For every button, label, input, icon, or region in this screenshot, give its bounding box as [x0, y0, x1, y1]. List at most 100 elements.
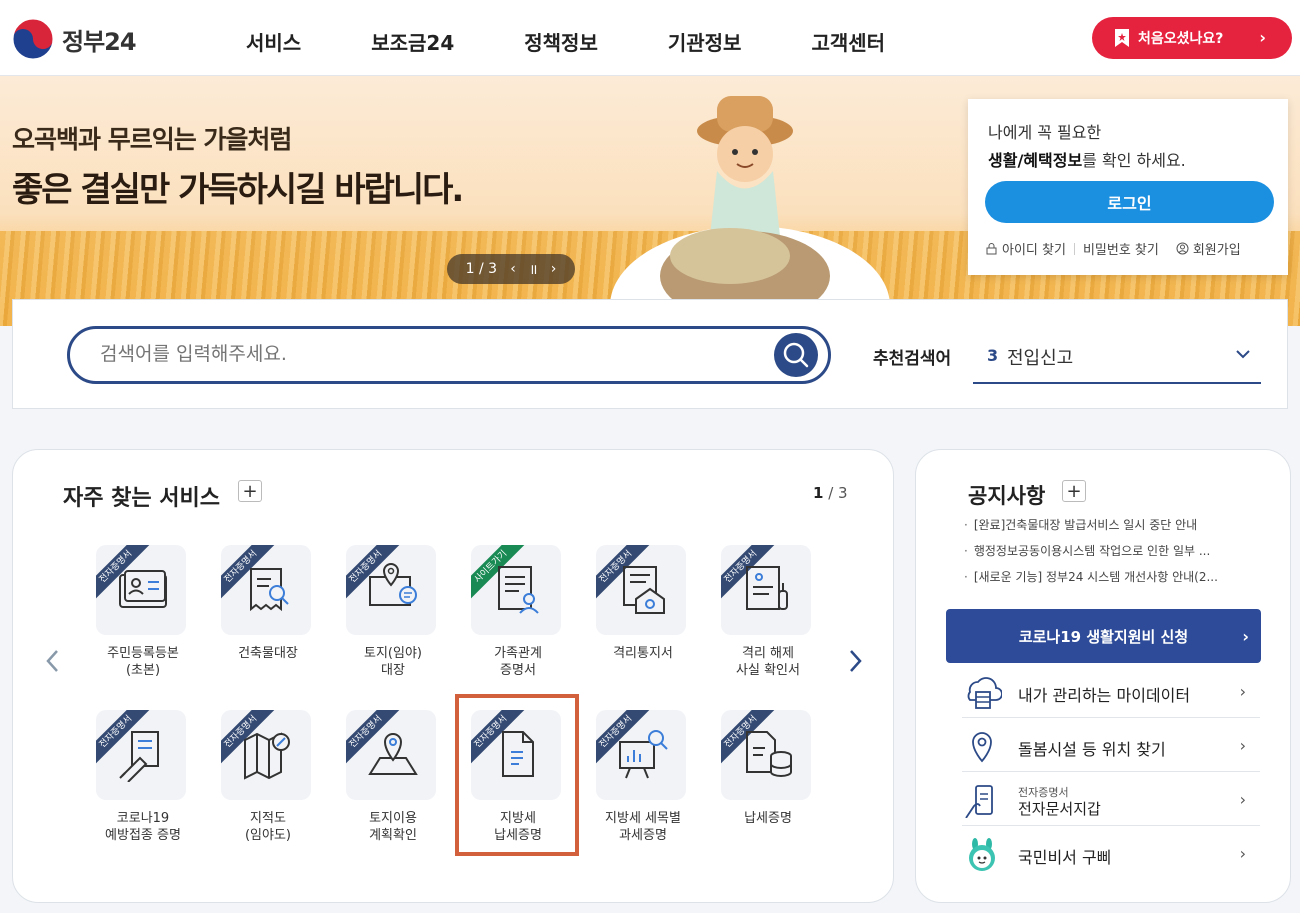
- gubbi-mascot-icon: [969, 838, 995, 871]
- tile-icon-box: 전자증명서: [346, 545, 436, 635]
- notice-panel: 공지사항 + [완료]건축물대장 발급서비스 일시 중단 안내 행정정보공동이용…: [915, 449, 1291, 903]
- pager-current: 1: [813, 484, 824, 502]
- next-slide-icon[interactable]: ›: [551, 261, 557, 277]
- search-icon: [783, 342, 809, 368]
- services-pager: 1 / 3: [813, 484, 848, 502]
- chevron-right-icon: ›: [1239, 736, 1246, 755]
- id-card-icon: [119, 570, 167, 608]
- login-prompt-line1: 나에게 꼭 필요한: [988, 123, 1102, 142]
- find-password-link[interactable]: 비밀번호 찾기: [1083, 239, 1159, 258]
- search-button[interactable]: [774, 333, 818, 377]
- logo[interactable]: 정부24: [12, 18, 137, 60]
- location-pin-icon: [972, 732, 992, 763]
- service-tile-land-use-plan[interactable]: 전자증명서 토지이용 계획확인: [338, 710, 448, 860]
- prev-slide-icon[interactable]: ‹: [510, 261, 516, 277]
- building-register-icon: [250, 568, 289, 612]
- nav-agency[interactable]: 기관정보: [668, 27, 742, 56]
- tile-icon-box: 전자증명서: [96, 545, 186, 635]
- service-tile-tax-by-item[interactable]: 전자증명서 지방세 세목별 과세증명: [588, 710, 698, 860]
- quick-link-document-wallet[interactable]: 전자증명서 전자문서지갑 ›: [962, 774, 1260, 826]
- slide-indicator: 1 / 3: [465, 261, 498, 277]
- services-title: 자주 찾는 서비스: [63, 486, 220, 511]
- first-visit-button[interactable]: 처음오셨나요? ›: [1092, 17, 1292, 59]
- services-more-button[interactable]: +: [238, 480, 262, 502]
- chevron-down-icon: [1236, 350, 1250, 359]
- tile-icon-box: 사이트가기: [471, 545, 561, 635]
- land-location-icon: [369, 563, 417, 606]
- land-use-icon: [368, 733, 418, 775]
- quick-link-label: 국민비서 구삐: [1018, 848, 1112, 867]
- tile-icon-box: 전자증명서: [721, 710, 811, 800]
- notice-item[interactable]: [새로운 기능] 정부24 시스템 개선사항 안내(2...: [964, 568, 1254, 594]
- tile-icon-box: 전자증명서: [596, 545, 686, 635]
- service-tile-family-relation[interactable]: 사이트가기 가족관계 증명서: [463, 545, 573, 695]
- search-box: [67, 326, 831, 384]
- notice-item[interactable]: [완료]건축물대장 발급서비스 일시 중단 안내: [964, 516, 1254, 542]
- prev-page-arrow-icon[interactable]: [43, 648, 63, 674]
- cadastral-map-icon: [244, 732, 290, 780]
- service-tile-building-register[interactable]: 전자증명서 건축물대장: [213, 545, 323, 695]
- banner-title: 좋은 결실만 가득하시길 바랍니다.: [12, 170, 464, 210]
- login-prompt-line2: 생활/혜택정보를 확인 하세요.: [988, 147, 1186, 171]
- recommended-search-label: 추천검색어: [873, 349, 952, 369]
- quick-link-care-facility[interactable]: 돌봄시설 등 위치 찾기 ›: [962, 720, 1260, 772]
- recommended-search-dropdown[interactable]: 3 전입신고: [973, 334, 1261, 384]
- service-tile-resident-registration[interactable]: 전자증명서 주민등록등본 (초본): [88, 545, 198, 695]
- next-page-arrow-icon[interactable]: [845, 648, 865, 674]
- taegeuk-logo-icon: [12, 18, 54, 60]
- frequent-services-panel: 자주 찾는 서비스 + 1 / 3 전자증명서 주민등록등본 (초본) 전자증명…: [12, 449, 894, 903]
- pause-icon[interactable]: ॥: [529, 260, 537, 279]
- recommended-rank: 3: [987, 346, 999, 365]
- quick-link-mydata[interactable]: 내가 관리하는 마이데이터 ›: [962, 666, 1260, 718]
- tile-icon-box: 전자증명서: [721, 545, 811, 635]
- service-tile-cadastral-map[interactable]: 전자증명서 지적도 (임야도): [213, 710, 323, 860]
- quick-link-label: 내가 관리하는 마이데이터: [1018, 686, 1191, 705]
- quick-link-label: 돌봄시설 등 위치 찾기: [1018, 740, 1166, 759]
- login-prompt-rest: 를 확인 하세요.: [1082, 151, 1186, 170]
- lock-icon: [986, 243, 997, 255]
- vaccine-icon: [119, 731, 159, 782]
- tile-label: 격리통지서: [613, 646, 673, 661]
- service-tile-land-register[interactable]: 전자증명서 토지(임야) 대장: [338, 545, 448, 695]
- service-tile-quarantine-notice[interactable]: 전자증명서 격리통지서: [588, 545, 698, 695]
- header: 정부24 서비스 보조금24 정책정보 기관정보 고객센터 처음오셨나요? ›: [0, 0, 1300, 76]
- tile-label: 토지(임야) 대장: [364, 646, 422, 678]
- search-input[interactable]: [100, 343, 750, 365]
- service-tile-covid-vaccination[interactable]: 전자증명서 코로나19 예방접종 증명: [88, 710, 198, 860]
- chevron-right-icon: ›: [1242, 626, 1249, 646]
- tile-label: 납세증명: [744, 811, 792, 826]
- tax-chart-icon: [619, 730, 668, 779]
- divider: [1167, 243, 1168, 255]
- nav-customer-center[interactable]: 고객센터: [811, 27, 885, 56]
- farmer-illustration: [610, 96, 890, 326]
- nav-policy[interactable]: 정책정보: [524, 27, 598, 56]
- service-tile-tax-payment[interactable]: 전자증명서 납세증명: [713, 710, 823, 860]
- nav-service[interactable]: 서비스: [246, 27, 301, 56]
- tile-label: 지방세 세목별 과세증명: [605, 811, 681, 843]
- pager-total: / 3: [823, 484, 848, 502]
- service-tile-quarantine-release[interactable]: 전자증명서 격리 해제 사실 확인서: [713, 545, 823, 695]
- covid-support-button[interactable]: 코로나19 생활지원비 신청 ›: [946, 609, 1261, 663]
- notice-item[interactable]: 행정정보공동이용시스템 작업으로 인한 일부 ...: [964, 542, 1254, 568]
- login-prompt-bold: 생활/혜택정보: [988, 151, 1083, 170]
- chevron-right-icon: ›: [1259, 28, 1266, 47]
- tile-label: 코로나19 예방접종 증명: [105, 811, 181, 843]
- quick-link-label: 전자문서지갑: [1018, 800, 1101, 818]
- quick-link-gubbi[interactable]: 국민비서 구삐 ›: [962, 828, 1260, 880]
- search-section: 추천검색어 3 전입신고: [12, 299, 1288, 409]
- mobile-wallet-icon: [965, 785, 993, 818]
- user-circle-icon: [1176, 242, 1189, 255]
- tile-icon-box: 전자증명서: [596, 710, 686, 800]
- tile-label: 가족관계 증명서: [494, 646, 542, 678]
- tile-icon-box: 전자증명서: [221, 545, 311, 635]
- first-visit-label: 처음오셨나요?: [1138, 31, 1224, 47]
- notice-more-button[interactable]: +: [1062, 480, 1086, 502]
- selection-highlight: [455, 694, 579, 856]
- chevron-right-icon: ›: [1239, 682, 1246, 701]
- find-id-link[interactable]: 아이디 찾기: [985, 239, 1066, 258]
- nav-subsidy[interactable]: 보조금24: [371, 27, 454, 56]
- banner-subtitle: 오곡백과 무르익는 가을처럼: [12, 125, 292, 154]
- signup-link[interactable]: 회원가입: [1176, 239, 1241, 258]
- tax-payment-icon: [746, 731, 792, 777]
- login-button[interactable]: 로그인: [985, 181, 1274, 223]
